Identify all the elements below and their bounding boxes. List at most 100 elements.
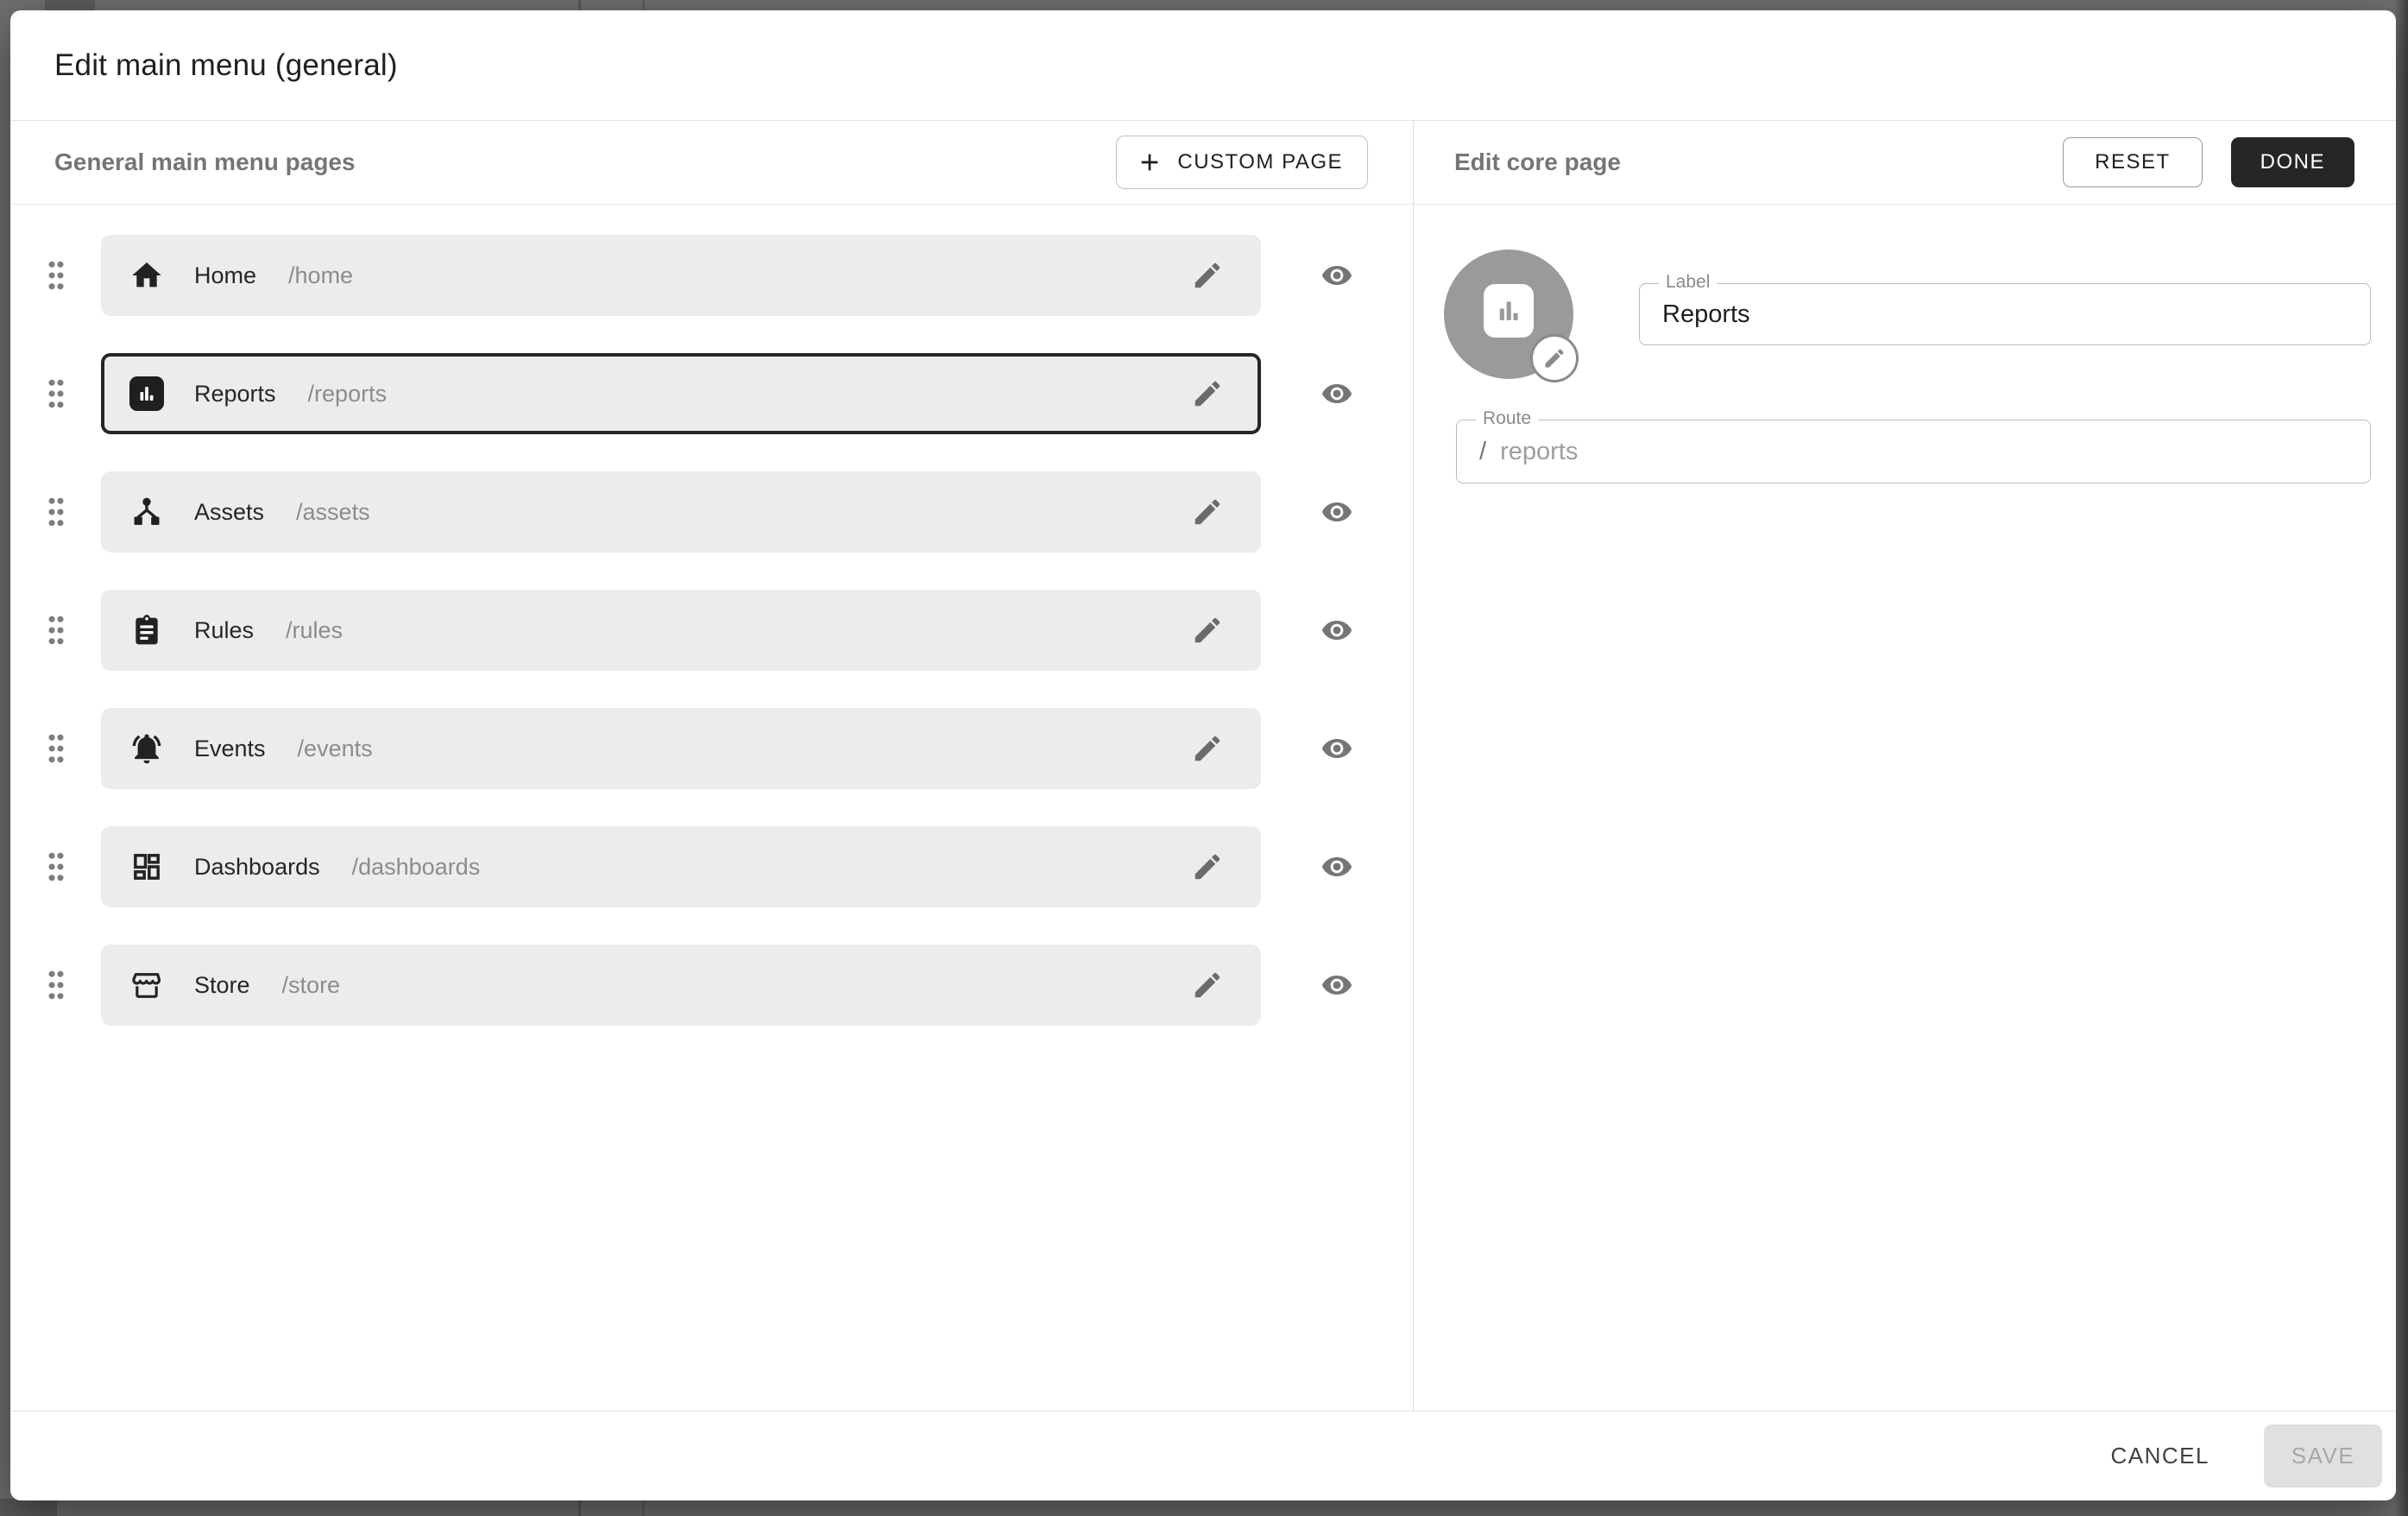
edit-page-button[interactable] xyxy=(1188,256,1226,294)
dialog-footer: CANCEL SAVE xyxy=(10,1411,2396,1500)
left-panel-header: General main menu pages CUSTOM PAGE xyxy=(10,121,1413,205)
pencil-icon xyxy=(1191,259,1224,292)
events-icon xyxy=(129,731,164,766)
pencil-icon xyxy=(1191,969,1224,1001)
dialog-title: Edit main menu (general) xyxy=(54,48,398,83)
dashboards-icon xyxy=(129,850,164,884)
rules-icon xyxy=(129,613,164,647)
menu-item: Reports /reports xyxy=(10,353,1413,434)
background-page-fragment xyxy=(2394,0,2408,1516)
menu-item: Store /store xyxy=(10,944,1413,1026)
visibility-toggle-button[interactable] xyxy=(1261,493,1413,531)
edit-page-button[interactable] xyxy=(1188,493,1226,531)
menu-item-route: /dashboards xyxy=(352,854,481,881)
eye-icon xyxy=(1319,494,1355,530)
visibility-toggle-button[interactable] xyxy=(1261,966,1413,1004)
done-button[interactable]: DONE xyxy=(2231,137,2354,187)
drag-handle-icon[interactable] xyxy=(10,611,101,649)
pencil-icon xyxy=(1191,377,1224,410)
pencil-icon xyxy=(1191,614,1224,647)
menu-item: Dashboards /dashboards xyxy=(10,826,1413,907)
route-field-value[interactable]: reports xyxy=(1500,438,1578,466)
menu-item-label: Dashboards xyxy=(194,854,320,881)
menu-item-route: /reports xyxy=(308,381,388,407)
pencil-icon xyxy=(1191,850,1224,883)
menu-item-label: Store xyxy=(194,972,250,999)
route-field-caption: Route xyxy=(1476,408,1538,429)
cancel-button[interactable]: CANCEL xyxy=(2085,1424,2235,1488)
menu-item-label: Events xyxy=(194,736,266,762)
menu-item-route: /rules xyxy=(286,617,343,644)
menu-item-row[interactable]: Store /store xyxy=(101,944,1261,1026)
menu-item-label: Reports xyxy=(194,381,276,407)
eye-icon xyxy=(1319,730,1355,767)
drag-handle-icon[interactable] xyxy=(10,730,101,767)
add-custom-page-label: CUSTOM PAGE xyxy=(1177,150,1343,174)
visibility-toggle-button[interactable] xyxy=(1261,730,1413,767)
pencil-icon xyxy=(1191,732,1224,765)
drag-handle-icon[interactable] xyxy=(10,256,101,294)
menu-item: Rules /rules xyxy=(10,590,1413,671)
right-panel-header: Edit core page RESET DONE xyxy=(1414,121,2396,205)
menu-item-row[interactable]: Dashboards /dashboards xyxy=(101,826,1261,907)
add-custom-page-button[interactable]: CUSTOM PAGE xyxy=(1116,136,1368,189)
menu-item-label: Rules xyxy=(194,617,254,644)
core-page-form: Label Reports Route / reports xyxy=(1414,205,2396,1411)
eye-icon xyxy=(1319,967,1355,1003)
eye-icon xyxy=(1319,612,1355,648)
edit-main-menu-dialog: Edit main menu (general) General main me… xyxy=(10,10,2396,1500)
menu-item-route: /home xyxy=(288,262,353,289)
edit-page-button[interactable] xyxy=(1188,611,1226,649)
menu-item-row[interactable]: Home /home xyxy=(101,235,1261,316)
route-field[interactable]: Route / reports xyxy=(1456,420,2371,483)
drag-handle-icon[interactable] xyxy=(10,848,101,886)
edit-page-button[interactable] xyxy=(1188,375,1226,413)
visibility-toggle-button[interactable] xyxy=(1261,611,1413,649)
menu-item-route: /events xyxy=(298,736,373,762)
visibility-toggle-button[interactable] xyxy=(1261,375,1413,413)
home-icon xyxy=(129,258,164,293)
edit-page-button[interactable] xyxy=(1188,848,1226,886)
menu-item-row[interactable]: Reports /reports xyxy=(101,353,1261,434)
label-field-value[interactable]: Reports xyxy=(1662,300,1750,329)
dialog-titlebar: Edit main menu (general) xyxy=(10,10,2396,121)
eye-icon xyxy=(1319,849,1355,885)
visibility-toggle-button[interactable] xyxy=(1261,256,1413,294)
menu-item: Events /events xyxy=(10,708,1413,789)
edit-core-page-panel: Edit core page RESET DONE xyxy=(1414,121,2396,1411)
bar-chart-icon xyxy=(1484,284,1534,338)
menu-item-route: /assets xyxy=(296,499,370,526)
drag-handle-icon[interactable] xyxy=(10,493,101,531)
edit-page-button[interactable] xyxy=(1188,730,1226,767)
assets-icon xyxy=(129,495,164,529)
pencil-icon xyxy=(1542,346,1566,370)
save-button[interactable]: SAVE xyxy=(2264,1424,2382,1488)
drag-handle-icon[interactable] xyxy=(10,966,101,1004)
label-field-caption: Label xyxy=(1659,272,1717,293)
left-panel-title: General main menu pages xyxy=(54,148,356,176)
menu-item: Home /home xyxy=(10,235,1413,316)
eye-icon xyxy=(1319,376,1355,412)
plus-icon xyxy=(1136,148,1163,176)
menu-item-label: Home xyxy=(194,262,256,289)
menu-item-row[interactable]: Assets /assets xyxy=(101,471,1261,553)
menu-item: Assets /assets xyxy=(10,471,1413,553)
change-icon-button[interactable] xyxy=(1530,334,1579,382)
reset-button[interactable]: RESET xyxy=(2063,137,2203,187)
menu-item-row[interactable]: Rules /rules xyxy=(101,590,1261,671)
menu-pages-panel: General main menu pages CUSTOM PAGE xyxy=(10,121,1413,1411)
background-page-fragment xyxy=(0,1499,57,1516)
right-panel-title: Edit core page xyxy=(1454,148,1621,176)
menu-item-row[interactable]: Events /events xyxy=(101,708,1261,789)
edit-page-button[interactable] xyxy=(1188,966,1226,1004)
visibility-toggle-button[interactable] xyxy=(1261,848,1413,886)
store-icon xyxy=(129,968,164,1002)
dialog-body: General main menu pages CUSTOM PAGE xyxy=(10,121,2396,1411)
bar-chart-icon xyxy=(129,376,164,411)
page-icon-avatar xyxy=(1444,250,1573,379)
label-field[interactable]: Label Reports xyxy=(1639,283,2371,345)
eye-icon xyxy=(1319,257,1355,294)
menu-item-list: Home /home Report xyxy=(10,205,1413,1411)
menu-item-label: Assets xyxy=(194,499,264,526)
drag-handle-icon[interactable] xyxy=(10,375,101,413)
